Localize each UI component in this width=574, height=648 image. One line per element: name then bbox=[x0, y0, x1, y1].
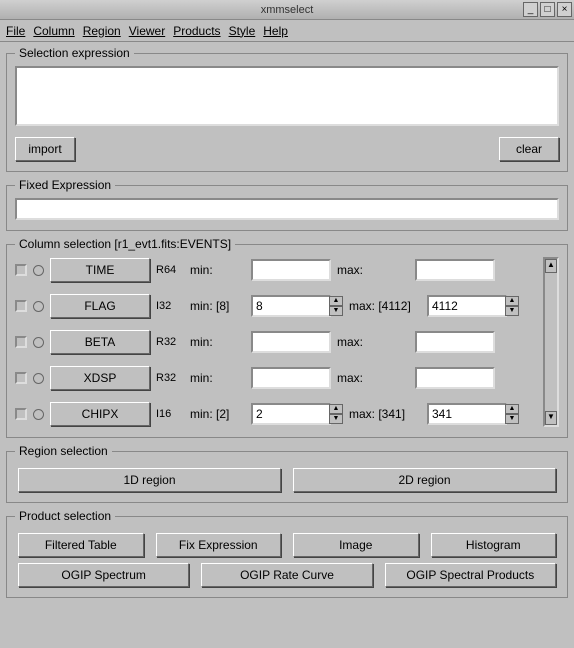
column-row: TIME R64 min: max: bbox=[15, 257, 537, 283]
close-icon[interactable]: × bbox=[557, 2, 572, 17]
max-label: max: bbox=[337, 335, 409, 349]
ogip-spectrum-button[interactable]: OGIP Spectrum bbox=[18, 563, 189, 587]
min-input[interactable] bbox=[251, 367, 331, 389]
region-1d-button[interactable]: 1D region bbox=[18, 468, 281, 492]
spin-down-icon[interactable]: ▼ bbox=[329, 306, 343, 316]
spin-up-icon[interactable]: ▲ bbox=[329, 404, 343, 414]
spin-up-icon[interactable]: ▲ bbox=[329, 296, 343, 306]
column-name-button[interactable]: TIME bbox=[50, 258, 150, 282]
min-label: min: [8] bbox=[190, 299, 245, 313]
column-radio[interactable] bbox=[33, 409, 44, 420]
column-checkbox[interactable] bbox=[15, 408, 27, 420]
selection-expression-group: Selection expression import clear bbox=[6, 46, 568, 172]
column-name-button[interactable]: BETA bbox=[50, 330, 150, 354]
menu-file[interactable]: File bbox=[6, 24, 25, 38]
spin-up-icon[interactable]: ▲ bbox=[505, 296, 519, 306]
import-button[interactable]: import bbox=[15, 137, 75, 161]
ogip-rate-curve-button[interactable]: OGIP Rate Curve bbox=[201, 563, 372, 587]
column-type: I16 bbox=[156, 408, 184, 420]
column-rows: TIMER64min:max:FLAGI32min: [8]▲▼max: [41… bbox=[15, 257, 543, 427]
fixed-expression-group: Fixed Expression bbox=[6, 178, 568, 231]
region-2d-button[interactable]: 2D region bbox=[293, 468, 556, 492]
column-row: BETA R32 min: max: bbox=[15, 329, 537, 355]
scroll-up-icon[interactable]: ▲ bbox=[545, 259, 557, 273]
product-selection-group: Product selection Filtered Table Fix Exp… bbox=[6, 509, 568, 598]
spin-up-icon[interactable]: ▲ bbox=[505, 404, 519, 414]
column-checkbox[interactable] bbox=[15, 300, 27, 312]
min-input[interactable] bbox=[251, 331, 331, 353]
max-input[interactable] bbox=[427, 295, 507, 317]
image-button[interactable]: Image bbox=[293, 533, 419, 557]
column-checkbox[interactable] bbox=[15, 372, 27, 384]
column-radio[interactable] bbox=[33, 373, 44, 384]
column-row: XDSP R32 min: max: bbox=[15, 365, 537, 391]
spin-down-icon[interactable]: ▼ bbox=[505, 414, 519, 424]
min-label: min: bbox=[190, 263, 245, 277]
ogip-spectral-products-button[interactable]: OGIP Spectral Products bbox=[385, 563, 556, 587]
minimize-icon[interactable]: _ bbox=[523, 2, 538, 17]
column-checkbox[interactable] bbox=[15, 336, 27, 348]
max-input[interactable] bbox=[427, 403, 507, 425]
scrollbar[interactable]: ▲ ▼ bbox=[543, 257, 559, 427]
max-input[interactable] bbox=[415, 331, 495, 353]
product-legend: Product selection bbox=[15, 509, 115, 523]
max-label: max: [341] bbox=[349, 407, 421, 421]
content: Selection expression import clear Fixed … bbox=[0, 42, 574, 648]
max-label: max: bbox=[337, 371, 409, 385]
min-input[interactable] bbox=[251, 259, 331, 281]
menu-style[interactable]: Style bbox=[229, 24, 256, 38]
column-type: I32 bbox=[156, 300, 184, 312]
selection-expression-input[interactable] bbox=[15, 66, 559, 126]
column-type: R64 bbox=[156, 264, 184, 276]
clear-button[interactable]: clear bbox=[499, 137, 559, 161]
window-title: xmmselect bbox=[261, 4, 314, 16]
column-type: R32 bbox=[156, 372, 184, 384]
menu-help[interactable]: Help bbox=[263, 24, 288, 38]
titlebar: xmmselect _ □ × bbox=[0, 0, 574, 20]
column-checkbox[interactable] bbox=[15, 264, 27, 276]
menu-products[interactable]: Products bbox=[173, 24, 220, 38]
column-radio[interactable] bbox=[33, 265, 44, 276]
region-legend: Region selection bbox=[15, 444, 112, 458]
colsel-legend: Column selection [r1_evt1.fits:EVENTS] bbox=[15, 237, 235, 251]
fixed-expression-input[interactable] bbox=[15, 198, 559, 220]
min-label: min: [2] bbox=[190, 407, 245, 421]
column-type: R32 bbox=[156, 336, 184, 348]
menubar: File Column Region Viewer Products Style… bbox=[0, 20, 574, 42]
column-row: CHIPXI16min: [2]▲▼max: [341]▲▼ bbox=[15, 401, 537, 427]
min-input[interactable] bbox=[251, 295, 331, 317]
max-label: max: bbox=[337, 263, 409, 277]
scroll-down-icon[interactable]: ▼ bbox=[545, 411, 557, 425]
max-input[interactable] bbox=[415, 367, 495, 389]
column-name-button[interactable]: XDSP bbox=[50, 366, 150, 390]
column-name-button[interactable]: FLAG bbox=[50, 294, 150, 318]
min-label: min: bbox=[190, 371, 245, 385]
column-selection-group: Column selection [r1_evt1.fits:EVENTS] T… bbox=[6, 237, 568, 438]
spin-down-icon[interactable]: ▼ bbox=[505, 306, 519, 316]
filtered-table-button[interactable]: Filtered Table bbox=[18, 533, 144, 557]
column-name-button[interactable]: CHIPX bbox=[50, 402, 150, 426]
menu-viewer[interactable]: Viewer bbox=[129, 24, 165, 38]
spin-down-icon[interactable]: ▼ bbox=[329, 414, 343, 424]
min-input[interactable] bbox=[251, 403, 331, 425]
fixed-legend: Fixed Expression bbox=[15, 178, 115, 192]
window-controls: _ □ × bbox=[523, 2, 572, 17]
maximize-icon[interactable]: □ bbox=[540, 2, 555, 17]
column-row: FLAGI32min: [8]▲▼max: [4112]▲▼ bbox=[15, 293, 537, 319]
min-label: min: bbox=[190, 335, 245, 349]
column-radio[interactable] bbox=[33, 301, 44, 312]
fix-expression-button[interactable]: Fix Expression bbox=[156, 533, 282, 557]
column-radio[interactable] bbox=[33, 337, 44, 348]
menu-region[interactable]: Region bbox=[83, 24, 121, 38]
histogram-button[interactable]: Histogram bbox=[431, 533, 557, 557]
region-selection-group: Region selection 1D region 2D region bbox=[6, 444, 568, 503]
menu-column[interactable]: Column bbox=[33, 24, 74, 38]
max-label: max: [4112] bbox=[349, 299, 421, 313]
max-input[interactable] bbox=[415, 259, 495, 281]
selection-legend: Selection expression bbox=[15, 46, 134, 60]
